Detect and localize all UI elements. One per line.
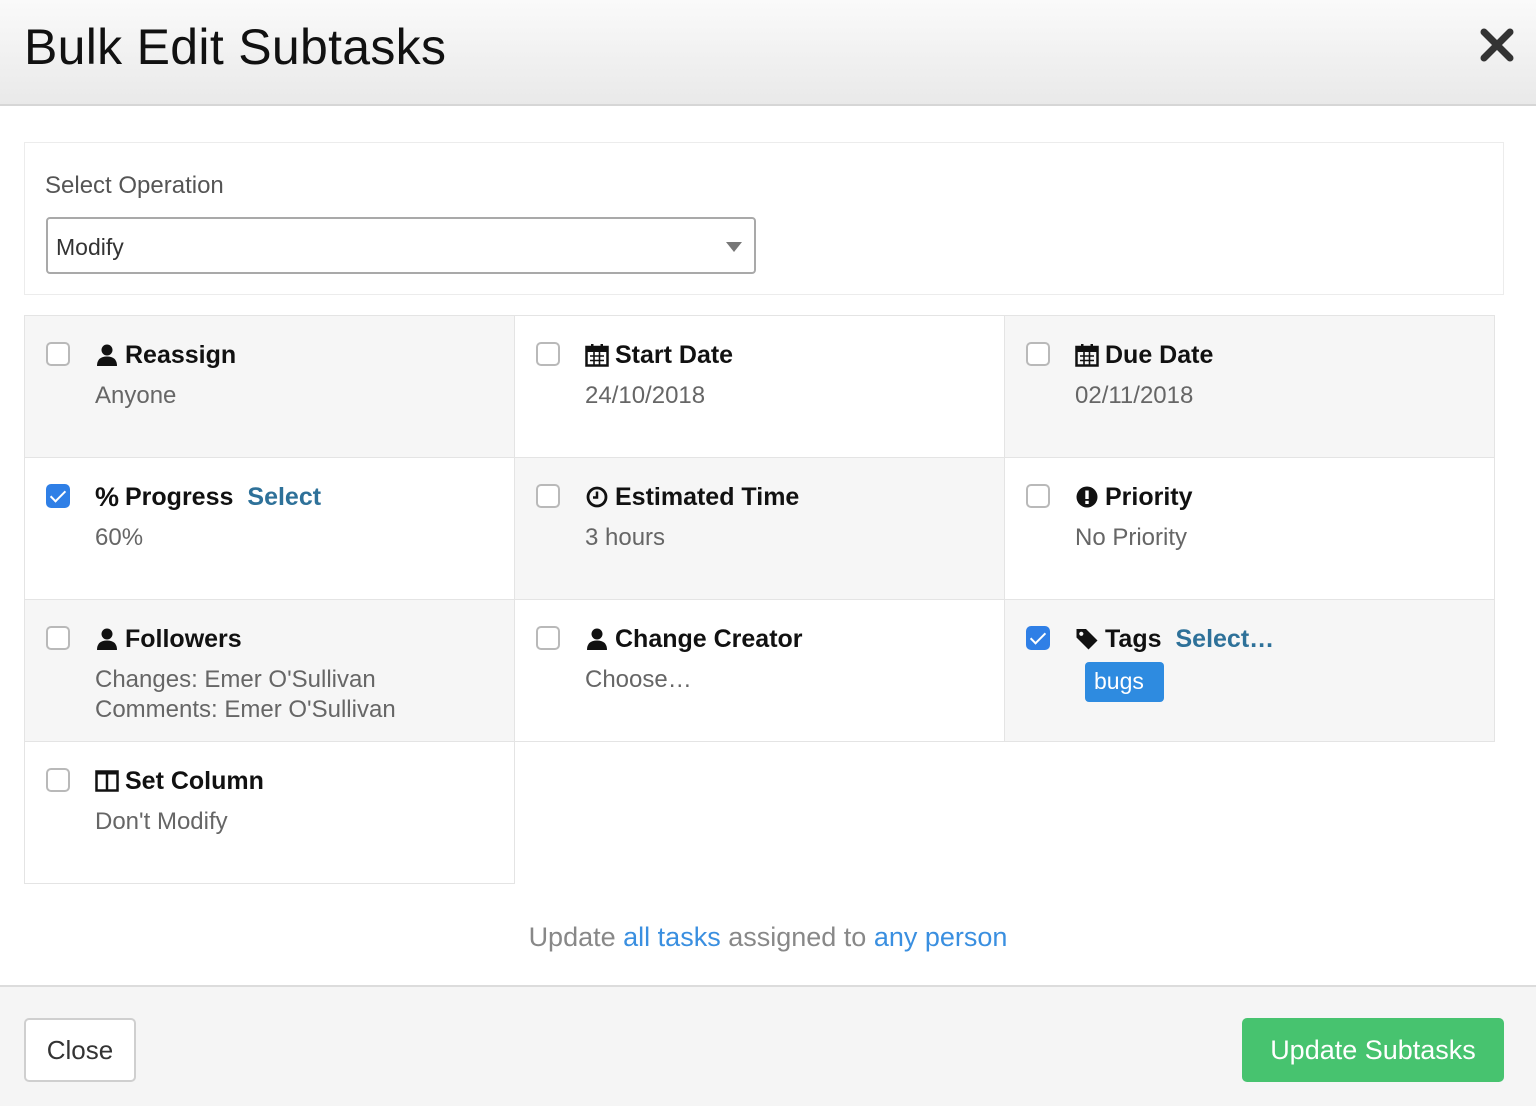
columns-icon [95, 769, 119, 793]
progress-checkbox[interactable] [46, 484, 70, 508]
calendar-icon [585, 343, 609, 367]
percent-icon: % [95, 481, 120, 512]
set-column-value[interactable]: Don't Modify [95, 807, 228, 837]
reassign-checkbox[interactable] [46, 342, 70, 366]
progress-label: Progress [125, 482, 234, 511]
chevron-down-icon [726, 242, 742, 252]
tags-label: Tags [1105, 624, 1162, 653]
start-date-value[interactable]: 24/10/2018 [585, 381, 705, 411]
operation-panel: Select Operation Modify [24, 142, 1504, 295]
change-creator-label: Change Creator [615, 624, 803, 653]
followers-checkbox[interactable] [46, 626, 70, 650]
close-icon[interactable] [1480, 24, 1514, 64]
operation-select[interactable]: Modify [46, 217, 756, 274]
any-person-link[interactable]: any person [874, 922, 1008, 952]
followers-changes: Changes: Emer O'Sullivan [95, 666, 376, 693]
change-creator-value[interactable]: Choose… [585, 665, 692, 695]
followers-label: Followers [125, 624, 242, 653]
field-progress: % Progress Select 60% [24, 457, 515, 600]
tags-select-link[interactable]: Select… [1176, 625, 1275, 654]
dialog-footer: Close Update Subtasks [0, 985, 1536, 1106]
due-date-value[interactable]: 02/11/2018 [1075, 381, 1193, 411]
start-date-label: Start Date [615, 340, 734, 369]
field-change-creator: Change Creator Choose… [514, 599, 1005, 742]
clock-icon [585, 485, 609, 509]
change-creator-checkbox[interactable] [536, 626, 560, 650]
user-icon [95, 343, 119, 367]
estimated-time-checkbox[interactable] [536, 484, 560, 508]
summary-text-2: assigned to [728, 922, 867, 952]
all-tasks-link[interactable]: all tasks [623, 922, 721, 952]
field-followers: Followers Changes: Emer O'Sullivan Comme… [24, 599, 515, 742]
set-column-label: Set Column [125, 766, 264, 795]
summary-text-1: Update [528, 922, 616, 952]
exclamation-circle-icon [1075, 485, 1099, 509]
close-button[interactable]: Close [24, 1018, 136, 1082]
progress-value[interactable]: 60% [95, 523, 143, 553]
tag-badge[interactable]: bugs [1085, 662, 1164, 702]
progress-select-link[interactable]: Select [247, 483, 321, 512]
operation-select-value: Modify [56, 234, 124, 260]
field-set-column: Set Column Don't Modify [24, 741, 515, 884]
priority-value[interactable]: No Priority [1075, 523, 1187, 553]
operation-label: Select Operation [45, 172, 224, 199]
field-reassign: Reassign Anyone [24, 315, 515, 458]
priority-label: Priority [1105, 482, 1193, 511]
estimated-time-label: Estimated Time [615, 482, 800, 511]
user-icon [95, 627, 119, 651]
update-subtasks-button[interactable]: Update Subtasks [1242, 1018, 1504, 1082]
field-tags: Tags Select… bugs [1004, 599, 1495, 742]
calendar-icon [1075, 343, 1099, 367]
tag-icon [1075, 627, 1099, 651]
field-due-date: Due Date 02/11/2018 [1004, 315, 1495, 458]
tags-checkbox[interactable] [1026, 626, 1050, 650]
followers-comments: Comments: Emer O'Sullivan [95, 696, 396, 723]
field-start-date: Start Date 24/10/2018 [514, 315, 1005, 458]
field-estimated-time: Estimated Time 3 hours [514, 457, 1005, 600]
start-date-checkbox[interactable] [536, 342, 560, 366]
reassign-label: Reassign [125, 340, 237, 369]
user-icon [585, 627, 609, 651]
set-column-checkbox[interactable] [46, 768, 70, 792]
dialog-header: Bulk Edit Subtasks [0, 0, 1536, 106]
followers-value[interactable]: Changes: Emer O'Sullivan Comments: Emer … [95, 665, 396, 725]
priority-checkbox[interactable] [1026, 484, 1050, 508]
estimated-time-value[interactable]: 3 hours [585, 523, 665, 553]
field-grid: Reassign Anyone Start Date 24/10/2018 Du… [24, 315, 1496, 885]
update-summary: Update all tasks assigned to any person [0, 922, 1536, 953]
due-date-label: Due Date [1105, 340, 1214, 369]
dialog-title: Bulk Edit Subtasks [24, 19, 447, 75]
reassign-value[interactable]: Anyone [95, 381, 176, 411]
field-priority: Priority No Priority [1004, 457, 1495, 600]
due-date-checkbox[interactable] [1026, 342, 1050, 366]
